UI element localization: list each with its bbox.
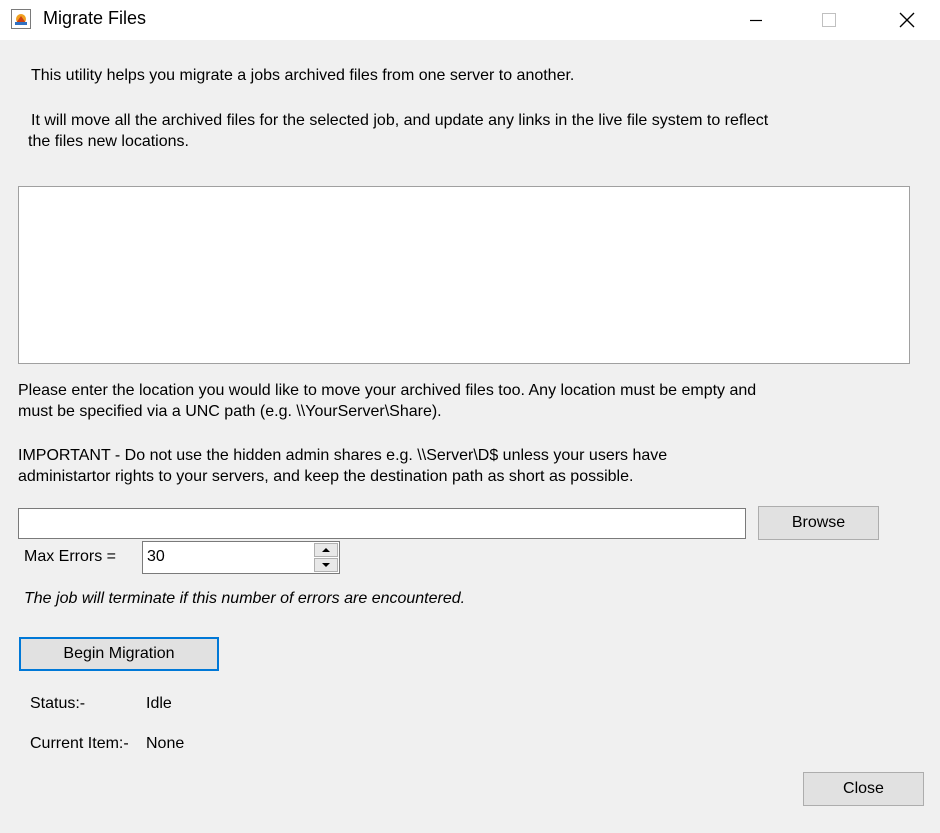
location-help-line-1: Please enter the location you would like…: [18, 382, 757, 399]
intro-line-2: It will move all the archived files for …: [31, 112, 769, 129]
title-bar: Migrate Files: [0, 0, 940, 40]
window-title: Migrate Files: [43, 8, 147, 28]
arrow-up-icon: [322, 548, 330, 552]
max-errors-value[interactable]: 30: [147, 548, 165, 566]
intro-line-3: the files new locations.: [28, 133, 189, 150]
current-item-label: Current Item:-: [30, 735, 129, 752]
spinner-buttons: [314, 543, 338, 572]
minimize-button[interactable]: [733, 0, 779, 40]
intro-line-1: This utility helps you migrate a jobs ar…: [31, 67, 575, 84]
browse-button[interactable]: Browse: [758, 506, 879, 540]
status-value: Idle: [146, 695, 172, 712]
current-item-value: None: [146, 735, 185, 752]
location-help-line-2: must be specified via a UNC path (e.g. \…: [18, 403, 442, 420]
destination-path-input[interactable]: [18, 508, 746, 539]
migrate-app-icon: [11, 9, 31, 29]
close-button[interactable]: Close: [803, 772, 924, 806]
maximize-button[interactable]: [806, 0, 852, 40]
max-errors-label: Max Errors =: [24, 548, 117, 565]
important-line-1: IMPORTANT - Do not use the hidden admin …: [18, 447, 668, 464]
minimize-icon: [750, 19, 762, 22]
close-icon: [899, 12, 915, 28]
max-errors-spinner[interactable]: 30: [142, 541, 340, 574]
begin-migration-button[interactable]: Begin Migration: [19, 637, 219, 671]
job-list-box[interactable]: [18, 186, 910, 364]
status-label: Status:-: [30, 695, 86, 712]
maximize-icon: [822, 13, 836, 27]
max-errors-note: The job will terminate if this number of…: [24, 590, 466, 607]
important-line-2: administartor rights to your servers, an…: [18, 468, 634, 485]
arrow-down-icon: [322, 563, 330, 567]
spin-down-button[interactable]: [314, 558, 338, 572]
spin-up-button[interactable]: [314, 543, 338, 557]
close-window-button[interactable]: [884, 0, 930, 40]
